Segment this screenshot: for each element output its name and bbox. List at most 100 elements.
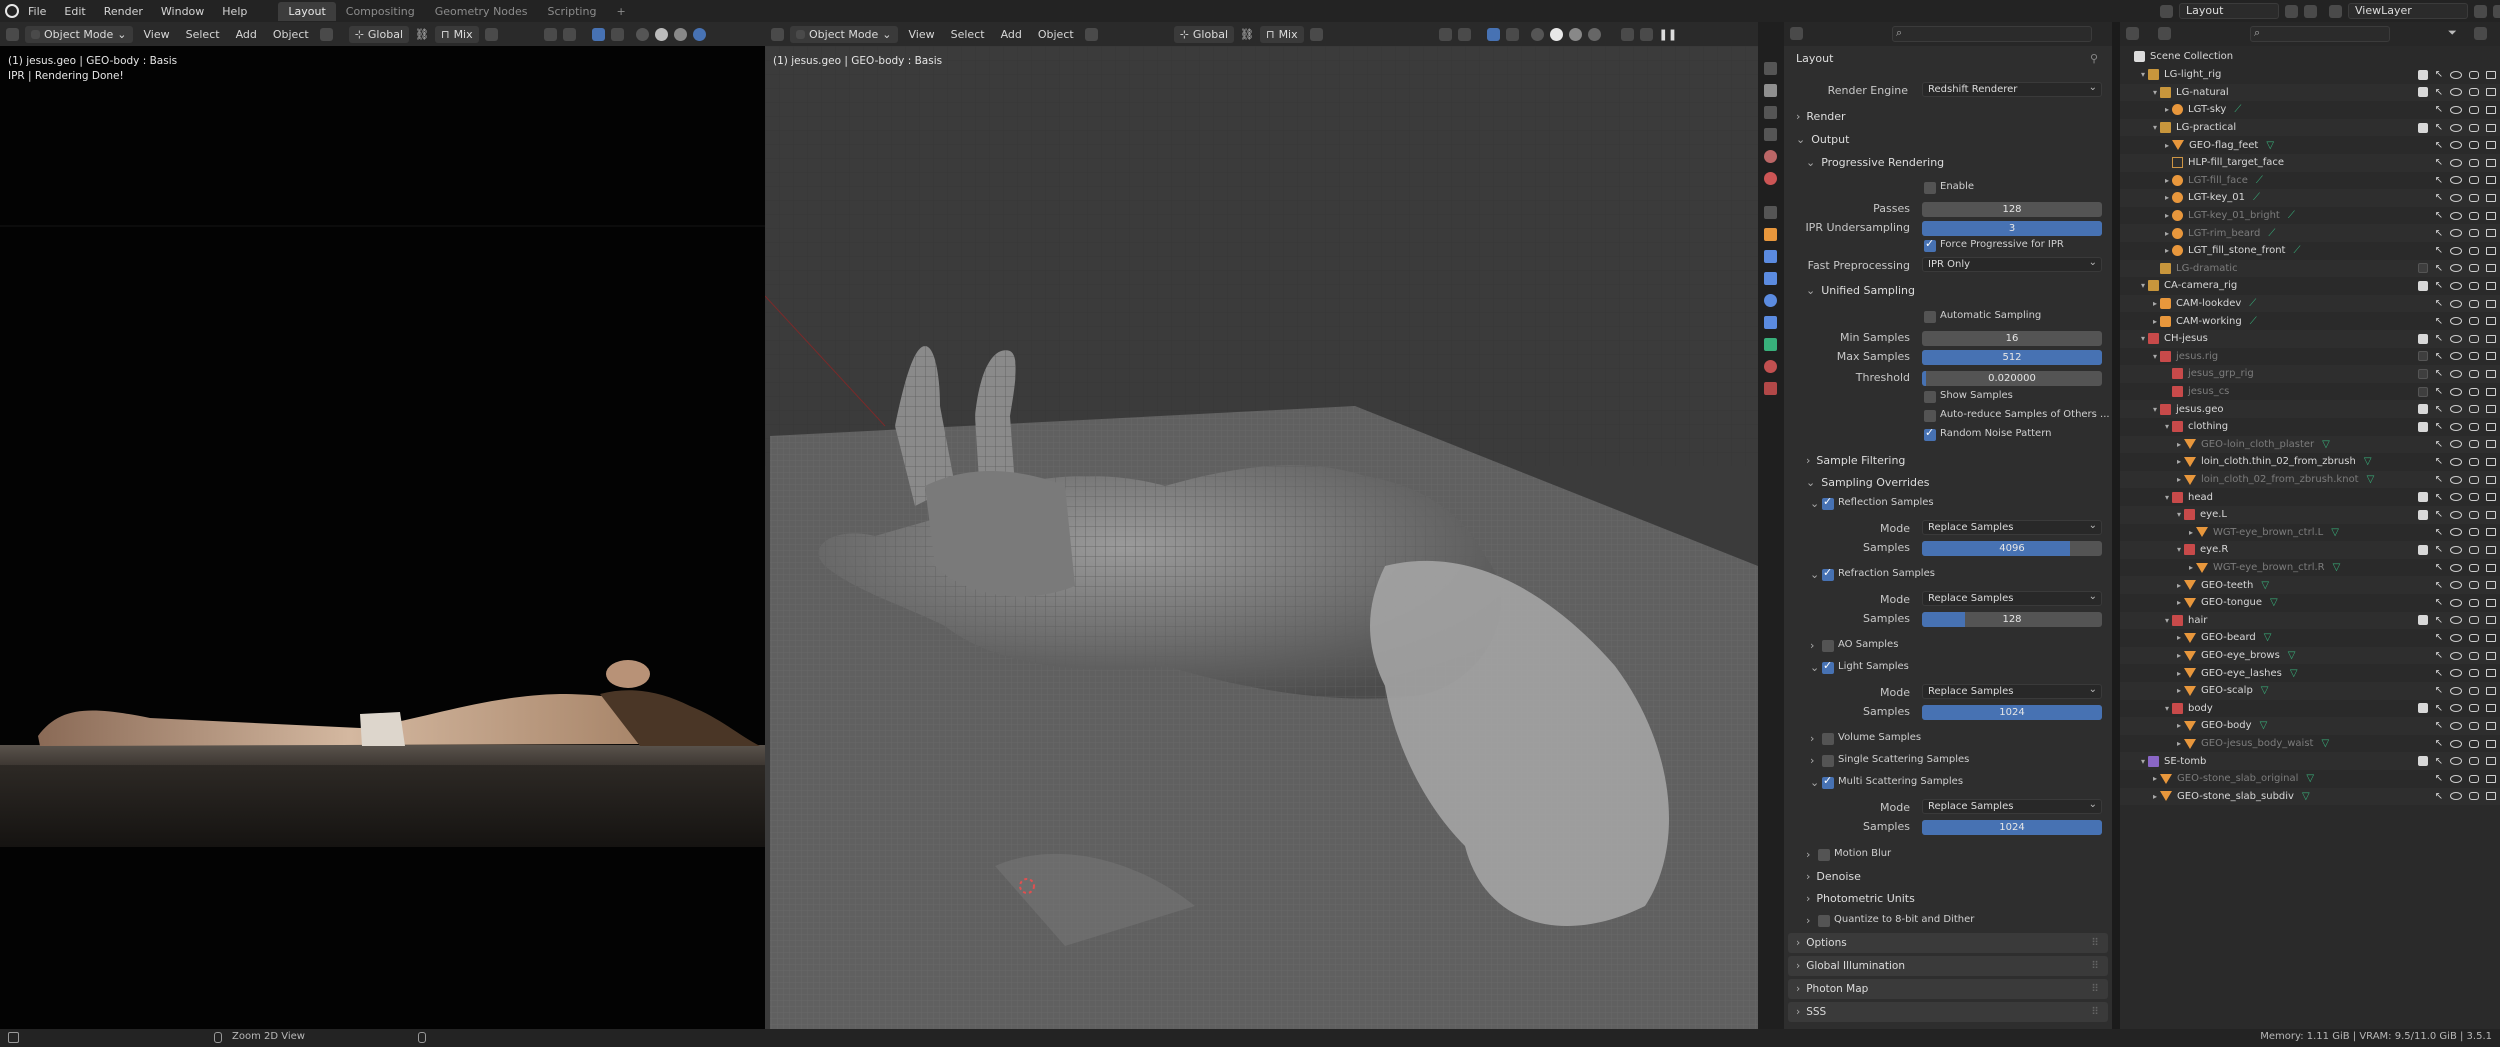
right-orientation-dropdown[interactable]: ⊹ Global bbox=[1173, 25, 1234, 43]
multi-scatter-checkbox[interactable] bbox=[1822, 774, 1834, 789]
eye-icon[interactable] bbox=[2450, 545, 2462, 554]
exclude-checkbox[interactable] bbox=[2417, 333, 2428, 344]
exclude-checkbox[interactable] bbox=[2417, 351, 2428, 362]
mesh-data-icon[interactable]: ▽ bbox=[2260, 720, 2268, 731]
shading-rendered-icon[interactable] bbox=[692, 27, 706, 41]
select-toggle-icon[interactable]: ↖ bbox=[2435, 192, 2443, 203]
outliner-row[interactable]: ▾ hair ↖ bbox=[2120, 611, 2500, 630]
viewport-toggle-icon[interactable] bbox=[2469, 405, 2479, 414]
quantize-toggle[interactable]: › bbox=[1806, 914, 1810, 927]
pin-icon[interactable]: ⚲ bbox=[2090, 52, 2098, 65]
render-viewport[interactable]: (1) jesus.geo | GEO-body : Basis IPR | R… bbox=[0, 46, 765, 1029]
camera-icon[interactable] bbox=[2486, 281, 2496, 290]
select-toggle-icon[interactable]: ↖ bbox=[2435, 421, 2443, 432]
menu-help[interactable]: Help bbox=[213, 5, 256, 18]
collapse-arrow-icon[interactable]: ▸ bbox=[2162, 176, 2172, 185]
right-menu-add[interactable]: Add bbox=[996, 28, 1027, 41]
viewport-toggle-icon[interactable] bbox=[2469, 317, 2479, 326]
shading-wireframe-icon[interactable] bbox=[635, 27, 649, 41]
camera-icon[interactable] bbox=[2486, 405, 2496, 414]
left-gizmo-icon[interactable] bbox=[562, 27, 576, 41]
viewport-toggle-icon[interactable] bbox=[2469, 264, 2479, 273]
light-data-icon[interactable]: ⟋ bbox=[2249, 298, 2256, 309]
mesh-data-icon[interactable]: ▽ bbox=[2331, 527, 2339, 538]
scene-collection-row[interactable]: Scene Collection bbox=[2120, 48, 2500, 66]
filter-icon[interactable]: ⏷ bbox=[2448, 26, 2457, 40]
left-object-extra-icon[interactable] bbox=[319, 27, 333, 41]
refraction-toggle[interactable]: ⌄ bbox=[1810, 568, 1819, 581]
outliner-row[interactable]: ▸ GEO-eye_brows ▽ ↖ bbox=[2120, 646, 2500, 665]
force-progressive-checkbox[interactable] bbox=[1924, 237, 1936, 252]
max-samples-slider[interactable]: 512 bbox=[1922, 350, 2102, 365]
threshold-slider[interactable]: 0.020000 bbox=[1922, 371, 2102, 386]
collapse-arrow-icon[interactable]: ▸ bbox=[2186, 563, 2196, 572]
exclude-checkbox[interactable] bbox=[2417, 703, 2428, 714]
display-mode-icon[interactable] bbox=[2158, 27, 2171, 40]
camera-icon[interactable] bbox=[2486, 774, 2496, 783]
collapse-arrow-icon[interactable]: ▸ bbox=[2174, 475, 2184, 484]
eye-icon[interactable] bbox=[2450, 369, 2462, 378]
eye-icon[interactable] bbox=[2450, 581, 2462, 590]
outliner-row[interactable]: jesus_grp_rig ↖ bbox=[2120, 365, 2500, 383]
shading-wireframe-icon[interactable] bbox=[1530, 27, 1544, 41]
collapse-arrow-icon[interactable]: ▸ bbox=[2150, 792, 2160, 801]
collapse-arrow-icon[interactable]: ▸ bbox=[2174, 633, 2184, 642]
viewport-toggle-icon[interactable] bbox=[2469, 229, 2479, 238]
mesh-data-icon[interactable]: ▽ bbox=[2333, 562, 2341, 573]
auto-reduce-checkbox[interactable] bbox=[1924, 410, 1936, 422]
camera-icon[interactable] bbox=[2486, 299, 2496, 308]
add-workspace-button[interactable]: + bbox=[606, 2, 635, 21]
tab-scripting[interactable]: Scripting bbox=[538, 2, 607, 21]
camera-icon[interactable] bbox=[2486, 598, 2496, 607]
select-toggle-icon[interactable]: ↖ bbox=[2435, 351, 2443, 362]
select-toggle-icon[interactable]: ↖ bbox=[2435, 404, 2443, 415]
exclude-checkbox[interactable] bbox=[2417, 69, 2428, 80]
render-engine-dropdown[interactable]: Redshift Renderer bbox=[1922, 81, 2102, 97]
collapse-arrow-icon[interactable]: ▸ bbox=[2150, 317, 2160, 326]
eye-icon[interactable] bbox=[2450, 493, 2462, 502]
viewport-toggle-icon[interactable] bbox=[2469, 475, 2479, 484]
mesh-data-icon[interactable]: ▽ bbox=[2322, 439, 2330, 450]
expand-arrow-icon[interactable]: ▾ bbox=[2162, 704, 2172, 713]
light-samples-slider[interactable]: 1024 bbox=[1922, 705, 2102, 720]
viewport-toggle-icon[interactable] bbox=[2469, 528, 2479, 537]
viewport-toggle-icon[interactable] bbox=[2469, 457, 2479, 466]
section-unified[interactable]: ⌄ Unified Sampling bbox=[1806, 284, 1915, 297]
volume-toggle[interactable]: › bbox=[1810, 732, 1814, 745]
eye-icon[interactable] bbox=[2450, 739, 2462, 748]
camera-icon[interactable] bbox=[2486, 352, 2496, 361]
texture-tab-icon[interactable] bbox=[1764, 382, 1777, 395]
multi-scatter-toggle[interactable]: ⌄ bbox=[1810, 776, 1819, 789]
menu-edit[interactable]: Edit bbox=[55, 5, 94, 18]
eye-icon[interactable] bbox=[2450, 457, 2462, 466]
outliner-row[interactable]: ▸ LGT-sky ⟋ ↖ bbox=[2120, 101, 2500, 119]
expand-arrow-icon[interactable]: ▾ bbox=[2162, 493, 2172, 502]
outliner-row[interactable]: ▸ GEO-loin_cloth_plaster ▽ ↖ bbox=[2120, 435, 2500, 454]
eye-icon[interactable] bbox=[2450, 88, 2462, 97]
constraints-tab-icon[interactable] bbox=[1764, 316, 1777, 329]
collapse-arrow-icon[interactable]: ▸ bbox=[2174, 457, 2184, 466]
right-overlay-icon[interactable] bbox=[1486, 27, 1500, 41]
camera-icon[interactable] bbox=[2486, 792, 2496, 801]
exclude-checkbox[interactable] bbox=[2417, 404, 2428, 415]
mesh-data-icon[interactable]: ▽ bbox=[2290, 668, 2298, 679]
viewport-toggle-icon[interactable] bbox=[2469, 616, 2479, 625]
view-layer-icon[interactable] bbox=[2329, 4, 2342, 18]
exclude-checkbox[interactable] bbox=[2417, 263, 2428, 274]
outliner-row[interactable]: ▾ jesus.rig ↖ bbox=[2120, 348, 2500, 366]
multi-samples-slider[interactable]: 1024 bbox=[1922, 820, 2102, 835]
select-toggle-icon[interactable]: ↖ bbox=[2435, 668, 2443, 679]
select-toggle-icon[interactable]: ↖ bbox=[2435, 580, 2443, 591]
camera-icon[interactable] bbox=[2486, 563, 2496, 572]
viewport-toggle-icon[interactable] bbox=[2469, 493, 2479, 502]
section-render[interactable]: › Render bbox=[1796, 110, 1846, 123]
light-data-icon[interactable]: ⟋ bbox=[2268, 228, 2275, 239]
viewport-toggle-icon[interactable] bbox=[2469, 176, 2479, 185]
eye-icon[interactable] bbox=[2450, 563, 2462, 572]
left-xray-icon[interactable] bbox=[610, 27, 624, 41]
outliner-row[interactable]: ▸ LGT-fill_face ⟋ ↖ bbox=[2120, 172, 2500, 190]
view-layer-tab-icon[interactable] bbox=[1764, 128, 1777, 141]
viewport-toggle-icon[interactable] bbox=[2469, 581, 2479, 590]
camera-icon[interactable] bbox=[2486, 229, 2496, 238]
select-toggle-icon[interactable]: ↖ bbox=[2435, 104, 2443, 115]
